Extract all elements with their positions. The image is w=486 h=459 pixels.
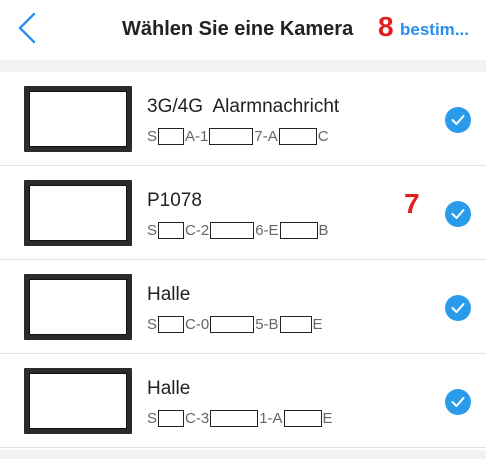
confirm-button[interactable]: bestim... bbox=[400, 20, 469, 40]
back-button[interactable] bbox=[10, 8, 46, 48]
redaction-box bbox=[283, 409, 322, 427]
redaction-box bbox=[279, 221, 318, 239]
serial-part: C-3 bbox=[185, 409, 210, 427]
camera-row[interactable]: Halle S C-0 5-B E bbox=[0, 260, 486, 354]
checkmark-icon[interactable] bbox=[445, 295, 471, 321]
serial-part: 1-A bbox=[259, 409, 283, 427]
serial-part: C-2 bbox=[185, 221, 210, 239]
camera-thumbnail bbox=[24, 180, 132, 246]
chevron-left-icon bbox=[18, 12, 36, 44]
separator bbox=[0, 450, 486, 459]
redaction-box bbox=[209, 127, 254, 145]
serial-part: A-1 bbox=[185, 127, 209, 145]
redaction-box bbox=[158, 409, 185, 427]
camera-row[interactable]: 3G/4G Alarmnachricht S A-1 7-A C bbox=[0, 72, 486, 166]
camera-name: Halle bbox=[147, 284, 191, 305]
camera-row[interactable]: P1078 S C-2 6-E B 7 bbox=[0, 166, 486, 260]
serial-part: C bbox=[317, 127, 329, 145]
camera-serial: S C-2 6-E B bbox=[147, 220, 329, 240]
redaction-box bbox=[158, 315, 185, 333]
camera-serial: S C-3 1-A E bbox=[147, 408, 333, 428]
camera-serial: S A-1 7-A C bbox=[147, 126, 329, 146]
redaction-box bbox=[210, 315, 255, 333]
camera-name: P1078 bbox=[147, 190, 202, 211]
serial-part: S bbox=[147, 409, 158, 427]
annotation-mark: 8 bbox=[378, 11, 394, 42]
camera-name: 3G/4G Alarmnachricht bbox=[147, 96, 340, 117]
separator bbox=[0, 60, 486, 72]
serial-part: E bbox=[312, 315, 323, 333]
serial-part: 6-E bbox=[255, 221, 279, 239]
serial-part: S bbox=[147, 127, 158, 145]
serial-part: C-0 bbox=[185, 315, 210, 333]
annotation-mark: 7 bbox=[404, 188, 420, 219]
camera-serial: S C-0 5-B E bbox=[147, 314, 323, 334]
serial-part: 7-A bbox=[254, 127, 278, 145]
camera-row[interactable]: Halle S C-3 1-A E bbox=[0, 354, 486, 448]
checkmark-icon[interactable] bbox=[445, 107, 471, 133]
serial-part: B bbox=[318, 221, 329, 239]
checkmark-icon[interactable] bbox=[445, 201, 471, 227]
serial-part: S bbox=[147, 315, 158, 333]
top-bar: Wählen Sie eine Kamera 8 bestim... bbox=[0, 0, 486, 60]
camera-thumbnail bbox=[24, 274, 132, 340]
page-title: Wählen Sie eine Kamera bbox=[122, 18, 354, 40]
redaction-box bbox=[279, 315, 312, 333]
redaction-box bbox=[278, 127, 317, 145]
redaction-box bbox=[210, 409, 259, 427]
redaction-box bbox=[158, 127, 185, 145]
checkmark-icon[interactable] bbox=[445, 389, 471, 415]
redaction-box bbox=[210, 221, 255, 239]
serial-part: E bbox=[322, 409, 333, 427]
camera-thumbnail bbox=[24, 86, 132, 152]
camera-name: Halle bbox=[147, 378, 191, 399]
serial-part: 5-B bbox=[255, 315, 279, 333]
camera-thumbnail bbox=[24, 368, 132, 434]
redaction-box bbox=[158, 221, 185, 239]
serial-part: S bbox=[147, 221, 158, 239]
camera-list: 3G/4G Alarmnachricht S A-1 7-A C P1078 S… bbox=[0, 72, 486, 448]
